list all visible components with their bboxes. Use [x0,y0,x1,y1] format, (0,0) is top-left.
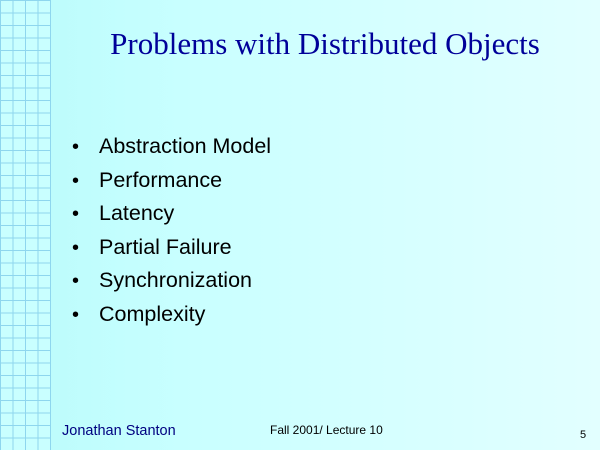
bullet-item: • Synchronization [72,268,271,302]
bullet-text: Performance [99,167,223,192]
bullet-text: Abstraction Model [99,134,272,158]
bullet-text: Partial Failure [99,234,232,259]
slide-title: Problems with Distributed Objects [110,26,540,61]
bullet-point: • [72,236,80,259]
bullet-item: • Partial Failure [72,235,271,269]
slide: Problems with Distributed Objects • Abst… [0,0,600,450]
bullet-point: • [72,303,80,326]
bullet-item: • Latency [72,201,271,235]
bullet-point: • [72,203,80,226]
bullet-point: • [72,136,80,158]
bullet-text: Latency [99,201,175,226]
bullet-list: • Abstraction Model • Performance • Late… [72,134,271,336]
grid-decoration [0,0,51,450]
bullet-text: Synchronization [99,268,252,293]
bullet-point: • [72,169,80,192]
bullet-item: • Abstraction Model [72,134,271,168]
footer-author: Jonathan Stanton [62,423,176,439]
bullet-text: Complexity [99,301,206,326]
page-number: 5 [580,429,587,441]
bullet-point: • [72,270,80,293]
bullet-item: • Complexity [72,302,271,336]
bullet-item: • Performance [72,168,271,202]
footer-course: Fall 2001/ Lecture 10 [270,423,383,437]
